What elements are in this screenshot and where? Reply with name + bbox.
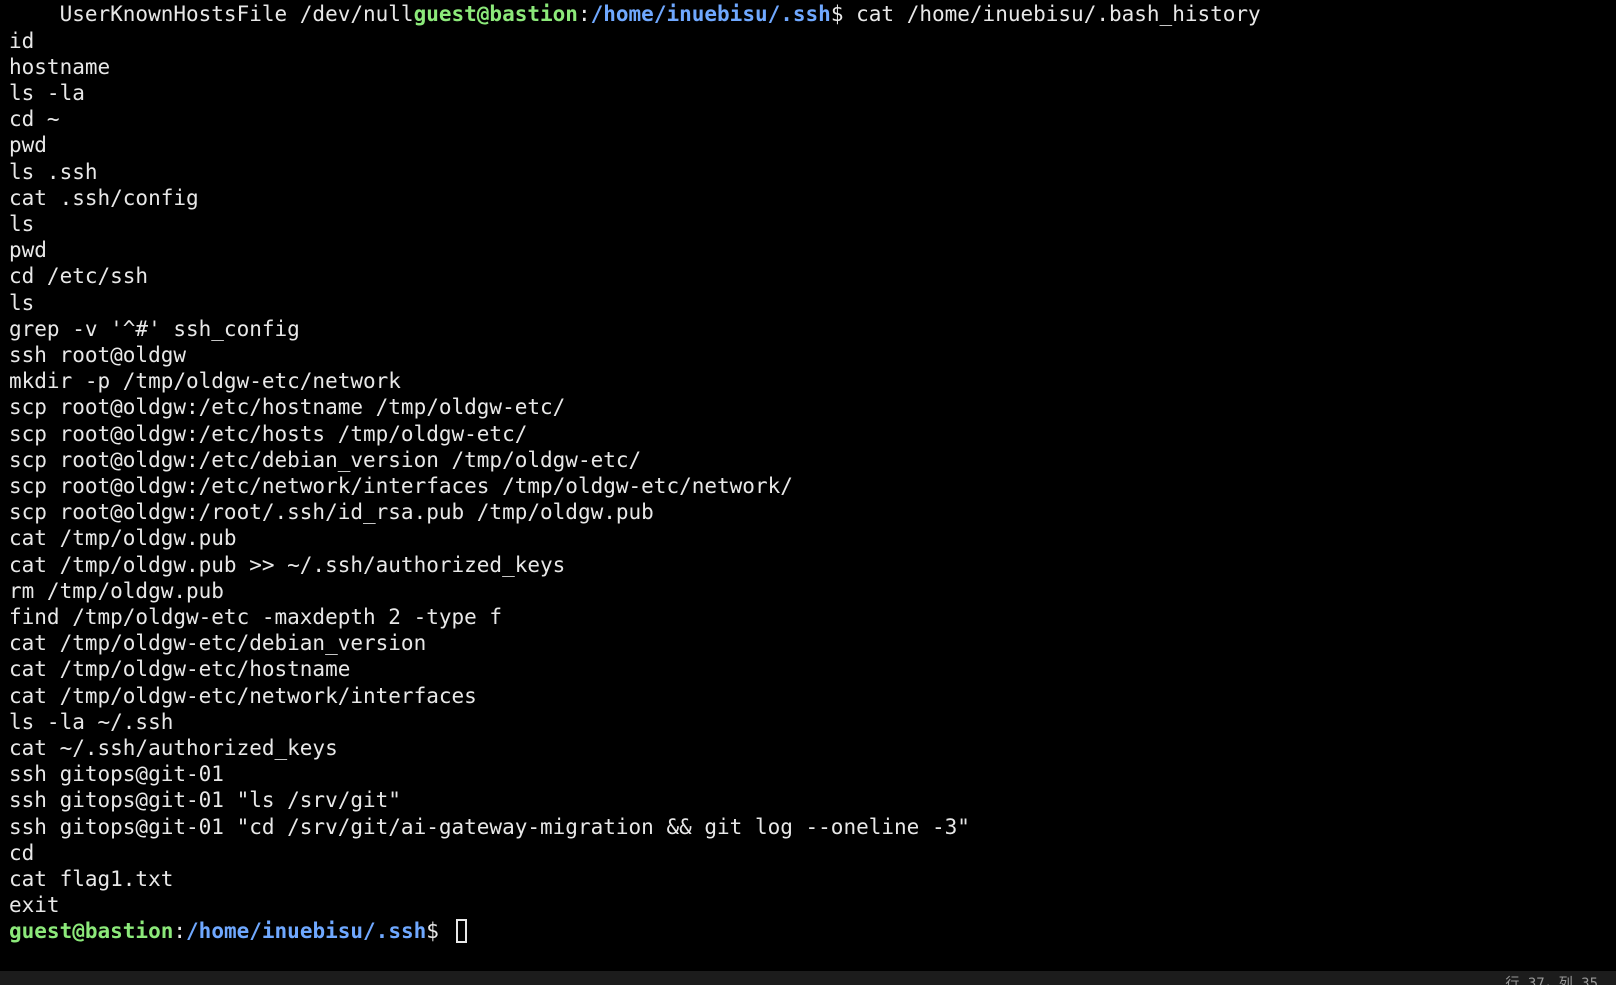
history-line: scp root@oldgw:/etc/network/interfaces /… — [9, 473, 793, 498]
history-line: find /tmp/oldgw-etc -maxdepth 2 -type f — [9, 604, 503, 629]
history-line: cd /etc/ssh — [9, 264, 149, 289]
history-line: grep -v '^#' ssh_config — [9, 316, 300, 341]
cursor-position-text: 行 37，列 35 — [1505, 976, 1598, 985]
history-line: cat /tmp/oldgw-etc/network/interfaces — [9, 683, 477, 708]
typed-command: cat /home/inuebisu/.bash_history — [856, 2, 1261, 26]
history-line: cat ~/.ssh/authorized_keys — [9, 735, 338, 760]
history-line: ssh gitops@git-01 "ls /srv/git" — [9, 788, 401, 813]
history-line: ls — [9, 211, 35, 236]
history-line: cat /tmp/oldgw-etc/hostname — [9, 657, 351, 682]
terminal-prompt-line[interactable]: guest@bastion:/home/inuebisu/.ssh$ — [9, 918, 467, 945]
history-line: ssh gitops@git-01 — [9, 762, 224, 787]
history-line: mkdir -p /tmp/oldgw-etc/network — [9, 369, 401, 394]
history-line: hostname — [9, 54, 111, 79]
prompt-path: /home/inuebisu/.ssh — [186, 919, 427, 944]
prompt-colon: : — [173, 919, 187, 944]
history-line: cat /tmp/oldgw-etc/debian_version — [9, 631, 427, 656]
history-line: cat flag1.txt — [9, 866, 174, 891]
status-bar: 行 37，列 35 — [0, 971, 1616, 985]
history-line: cat .ssh/config — [9, 185, 199, 210]
history-line: ssh root@oldgw — [9, 342, 187, 367]
prompt-user-host: guest@bastion — [413, 2, 578, 26]
history-line: scp root@oldgw:/etc/debian_version /tmp/… — [9, 447, 642, 472]
prompt-dollar: $ — [830, 2, 857, 26]
history-line: exit — [9, 893, 60, 918]
text-cursor — [455, 919, 467, 944]
history-line: cd ~ — [9, 107, 60, 132]
history-line: cat /tmp/oldgw.pub >> ~/.ssh/authorized_… — [9, 552, 566, 577]
history-line: ls -la — [9, 80, 85, 105]
ssh-option-text: UserKnownHostsFile /dev/null — [9, 2, 414, 26]
prompt-dollar: $ — [426, 919, 452, 944]
history-line: ssh gitops@git-01 "cd /srv/git/ai-gatewa… — [9, 814, 970, 839]
history-line: ls — [9, 290, 35, 315]
history-line: cd — [9, 840, 35, 865]
terminal-window[interactable]: UserKnownHostsFile /dev/nullguest@bastio… — [0, 0, 1616, 971]
history-line: scp root@oldgw:/etc/hostname /tmp/oldgw-… — [9, 395, 566, 420]
history-line: scp root@oldgw:/root/.ssh/id_rsa.pub /tm… — [9, 500, 654, 525]
history-line: cat /tmp/oldgw.pub — [9, 526, 237, 551]
history-line: ls .ssh — [9, 159, 98, 184]
terminal-line-command: UserKnownHostsFile /dev/nullguest@bastio… — [9, 1, 1261, 28]
history-line: pwd — [9, 133, 47, 158]
prompt-user-host: guest@bastion — [9, 919, 174, 944]
prompt-path: /home/inuebisu/.ssh — [590, 2, 831, 26]
history-line: ls -la ~/.ssh — [9, 709, 174, 734]
history-line: rm /tmp/oldgw.pub — [9, 578, 224, 603]
history-line: pwd — [9, 238, 47, 263]
history-line: id — [9, 28, 35, 53]
prompt-colon: : — [577, 2, 591, 26]
history-line: scp root@oldgw:/etc/hosts /tmp/oldgw-etc… — [9, 421, 528, 446]
